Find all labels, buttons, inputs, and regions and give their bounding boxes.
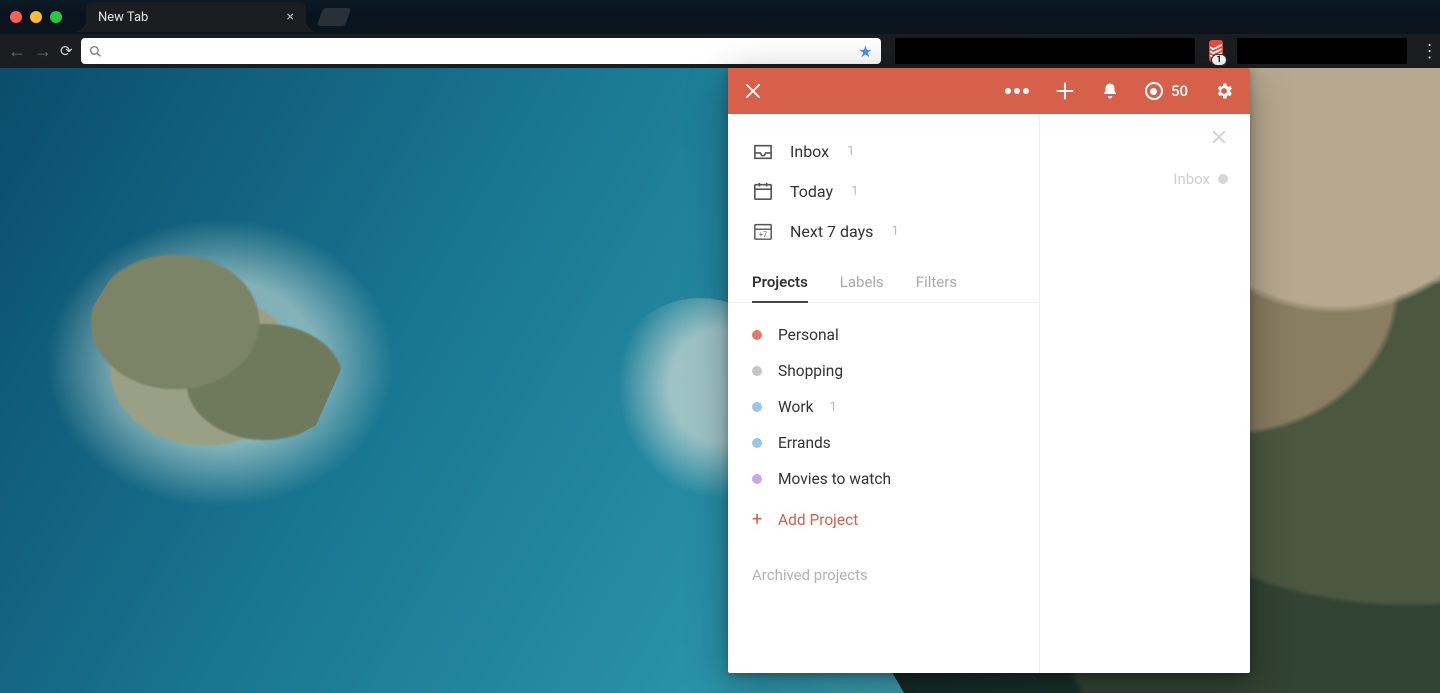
todoist-panel: 50 Inbox 1 Today 1 (728, 68, 1250, 673)
settings-gear-icon[interactable] (1214, 81, 1234, 101)
browser-toolbar: ← → ⟳ ★ 1 ⋮ (0, 34, 1440, 68)
project-color-dot (752, 402, 762, 412)
todoist-header: 50 (728, 68, 1250, 114)
add-project-label: Add Project (778, 511, 858, 529)
todoist-content-area: Inbox (1040, 114, 1250, 673)
omnibox-input[interactable] (110, 43, 851, 59)
project-color-dot (752, 438, 762, 448)
archived-projects-link[interactable]: Archived projects (728, 542, 1039, 608)
extension-badge: 1 (1211, 54, 1226, 66)
project-item[interactable]: Work 1 (752, 389, 1015, 425)
project-name: Errands (778, 434, 831, 452)
karma-indicator[interactable]: 50 (1145, 82, 1188, 100)
browser-tab-strip: New Tab × (0, 0, 1440, 34)
tab-filters[interactable]: Filters (916, 273, 957, 302)
project-name: Personal (778, 326, 839, 344)
view-count: 1 (847, 144, 854, 159)
tab-title: New Tab (98, 10, 148, 25)
project-color-dot (1218, 174, 1228, 184)
tab-projects[interactable]: Projects (752, 273, 808, 303)
sidebar-tabs: Projects Labels Filters (728, 259, 1039, 303)
content-header: Inbox (1173, 170, 1228, 188)
project-item[interactable]: Movies to watch (752, 461, 1015, 497)
redacted-area (895, 38, 1195, 64)
karma-icon (1145, 82, 1163, 100)
view-label: Next 7 days (790, 222, 873, 241)
close-panel-button[interactable] (744, 82, 762, 100)
window-zoom-button[interactable] (50, 11, 62, 23)
collapse-icon[interactable] (1210, 128, 1228, 146)
view-count: 1 (891, 224, 898, 239)
project-name: Shopping (778, 362, 843, 380)
project-color-dot (752, 474, 762, 484)
window-controls (10, 11, 62, 23)
project-color-dot (752, 330, 762, 340)
calendar-today-icon (752, 181, 774, 201)
calendar-week-icon: +7 (752, 221, 774, 241)
quick-add-button[interactable] (1055, 81, 1075, 101)
browser-menu-button[interactable]: ⋮ (1421, 41, 1439, 62)
project-name: Work (778, 398, 813, 416)
todoist-extension-button[interactable]: 1 (1209, 40, 1223, 62)
content-title: Inbox (1173, 170, 1210, 188)
project-name: Movies to watch (778, 470, 891, 488)
forward-button[interactable]: → (34, 41, 52, 62)
redacted-area-2 (1237, 38, 1407, 64)
view-next-7-days[interactable]: +7 Next 7 days 1 (728, 211, 1039, 251)
back-button[interactable]: ← (8, 41, 26, 62)
view-label: Today (790, 182, 833, 201)
inbox-icon (752, 143, 774, 161)
view-today[interactable]: Today 1 (728, 171, 1039, 211)
more-menu-icon[interactable] (1005, 88, 1029, 94)
search-icon (89, 45, 102, 58)
new-tab-button[interactable] (317, 8, 352, 26)
project-count: 1 (829, 400, 836, 415)
window-close-button[interactable] (10, 11, 22, 23)
view-label: Inbox (790, 142, 829, 161)
project-color-dot (752, 366, 762, 376)
projects-list: Personal Shopping Work 1 Errands Movies to wa… (728, 303, 1039, 497)
view-inbox[interactable]: Inbox 1 (728, 132, 1039, 171)
tab-labels[interactable]: Labels (840, 273, 884, 302)
reload-button[interactable]: ⟳ (60, 42, 73, 60)
omnibox[interactable]: ★ (81, 38, 881, 64)
todoist-sidebar: Inbox 1 Today 1 +7 Next 7 days 1 Project… (728, 114, 1040, 673)
browser-tab[interactable]: New Tab × (86, 2, 306, 32)
tab-close-icon[interactable]: × (287, 9, 294, 25)
project-item[interactable]: Errands (752, 425, 1015, 461)
notifications-icon[interactable] (1101, 82, 1119, 100)
window-minimize-button[interactable] (30, 11, 42, 23)
project-item[interactable]: Shopping (752, 353, 1015, 389)
svg-text:+7: +7 (759, 230, 767, 239)
bookmark-star-icon[interactable]: ★ (858, 42, 872, 61)
plus-icon: + (752, 509, 762, 530)
add-project-button[interactable]: + Add Project (752, 497, 1015, 542)
view-count: 1 (851, 184, 858, 199)
karma-points: 50 (1171, 82, 1188, 100)
project-item[interactable]: Personal (752, 317, 1015, 353)
